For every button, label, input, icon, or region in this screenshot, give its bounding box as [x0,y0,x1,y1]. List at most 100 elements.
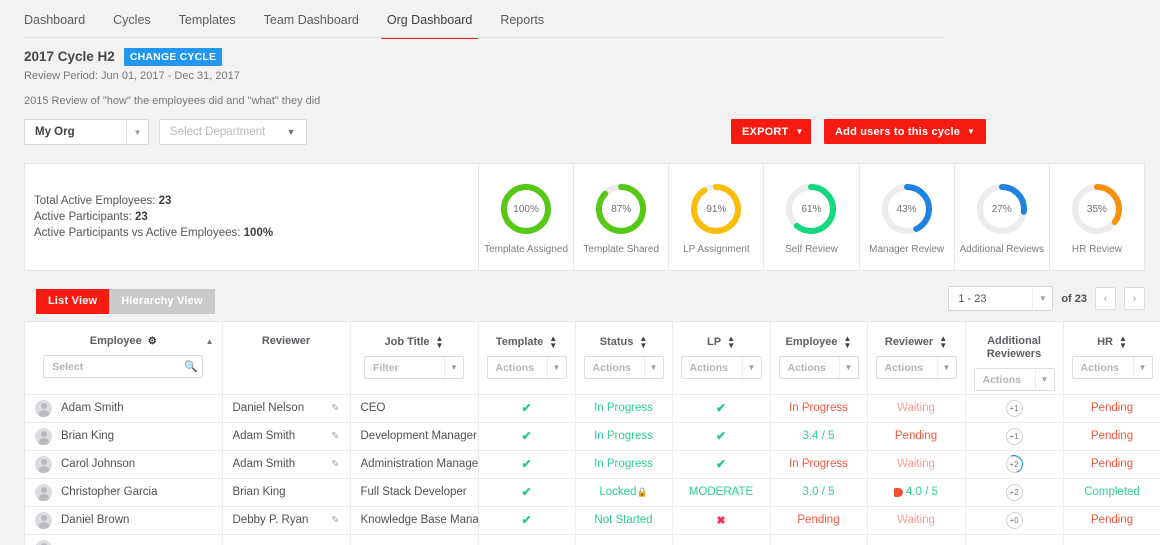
table-row[interactable]: Brian King Adam Smith ✎ Development Manager… [25,422,1160,451]
export-button[interactable]: EXPORT ▼ [731,119,811,144]
additional-reviewers-badge[interactable]: +2 [1005,455,1023,473]
column-filter-placeholder: Actions [495,361,535,374]
progress-donuts: 100% Template Assigned 87% Template Shared 9… [478,164,1144,270]
column-header-reviewer-1[interactable]: Reviewer [222,322,351,395]
column-header-label: Job Title [384,335,430,348]
edit-pencil-icon[interactable]: ✎ [331,459,339,470]
edit-pencil-icon[interactable]: ✎ [331,431,339,442]
sort-icon[interactable]: ▲ ▼ [436,335,444,350]
avatar [35,399,52,417]
column-header-employee-0[interactable]: Employee ⚙ ▲ Select 🔍 [25,322,223,395]
nav-item-cycles[interactable]: Cycles [99,0,165,39]
sort-icon[interactable]: ▲ ▼ [727,335,735,350]
column-filter-additional-reviewers-8[interactable]: Actions ▼ [973,368,1055,391]
column-filter-hr-9[interactable]: Actions ▼ [1071,356,1153,379]
cell-reviewer-review: Waiting [867,394,966,423]
department-select[interactable]: Select Department ▼ [159,119,307,145]
cell-additional-reviewers: +1 [965,394,1064,423]
column-header-status-4[interactable]: Status ▲ ▼ Actions ▼ [575,322,673,395]
list-view-tab[interactable]: List View [36,289,110,314]
chevron-down-icon: ▼ [741,357,761,378]
cell-job-title: CEO [350,394,479,423]
column-header-employee-6[interactable]: Employee ▲ ▼ Actions ▼ [770,322,868,395]
additional-reviewers-badge[interactable]: +1 [1005,399,1023,417]
table-row[interactable] [25,534,1160,545]
cell-job-title: Administration Manager [350,450,479,479]
donut-label: Template Assigned [484,244,569,255]
sort-icon[interactable]: ▲ ▼ [639,335,647,350]
nav-item-templates[interactable]: Templates [165,0,250,39]
nav-item-reports[interactable]: Reports [486,0,558,39]
cell-employee: Daniel Brown [25,506,223,535]
org-select[interactable]: My Org ▼ [24,119,149,145]
gear-icon[interactable]: ⚙ [148,336,157,347]
cell-reviewer-review: 4.0 / 5 [867,478,966,507]
donut-label: Template Shared [583,244,660,255]
cell-status: In Progress [575,450,673,479]
cell-template: ✔ [478,394,576,423]
cell-status [575,534,673,545]
column-header-additional-reviewers-8[interactable]: Additional Reviewers Actions ▼ [965,322,1064,395]
column-filter-employee-0[interactable]: Select 🔍 [43,355,204,378]
column-filter-job-title-2[interactable]: Filter ▼ [364,356,464,379]
nav-item-org-dashboard[interactable]: Org Dashboard [373,0,486,39]
next-page-button[interactable]: › [1124,287,1145,310]
nav-item-dashboard[interactable]: Dashboard [24,0,99,39]
total-active-employees-row: Total Active Employees: 23 [34,193,273,209]
add-users-button[interactable]: Add users to this cycle ▼ [824,119,987,144]
change-cycle-button[interactable]: CHANGE CYCLE [123,48,223,66]
column-header-hr-9[interactable]: HR ▲ ▼ Actions ▼ [1063,322,1160,395]
column-filter-placeholder: Select [52,360,84,373]
lp: MODERATE [688,486,754,498]
edit-pencil-icon[interactable]: ✎ [331,515,339,526]
donut-value: 35% [1086,203,1107,215]
column-filter-status-4[interactable]: Actions ▼ [583,356,664,379]
total-count-label: of 23 [1061,292,1087,305]
column-filter-reviewer-7[interactable]: Actions ▼ [875,356,957,379]
chevron-down-icon: ▼ [936,357,956,378]
edit-pencil-icon[interactable]: ✎ [331,403,339,414]
table-row[interactable]: Christopher Garcia Brian King Full Stack D… [25,478,1160,507]
employee-table-container[interactable]: Employee ⚙ ▲ Select 🔍 Reviewer Job Title ▲ ▼ Filt… [24,321,1160,545]
page-range-select[interactable]: 1 - 23 ▼ [948,286,1054,311]
cell-status: In Progress [575,394,673,423]
sort-icon[interactable]: ▲ ▼ [1119,335,1127,350]
reviewer-review-text: Waiting [897,514,935,526]
nav-item-team-dashboard[interactable]: Team Dashboard [250,0,373,39]
export-button-label: EXPORT [742,125,789,138]
column-filter-template-3[interactable]: Actions ▼ [486,356,567,379]
table-row[interactable]: Adam Smith Daniel Nelson ✎ CEO ✔ In Progress ✔… [25,394,1160,423]
sort-icon[interactable]: ▲ ▼ [939,335,947,350]
column-header-template-3[interactable]: Template ▲ ▼ Actions ▼ [478,322,576,395]
cell-employee-review: 3.0 / 5 [770,478,868,507]
avatar [35,511,52,529]
cell-employee: Adam Smith [25,394,223,423]
hierarchy-view-tab[interactable]: Hierarchy View [109,289,215,314]
prev-page-button[interactable]: ‹ [1095,287,1116,310]
avatar [35,455,52,473]
additional-reviewers-badge[interactable]: +0 [1005,511,1023,529]
column-filter-employee-6[interactable]: Actions ▼ [778,356,859,379]
additional-reviewers-badge[interactable]: +1 [1005,427,1023,445]
check-icon: ✔ [521,401,532,415]
cell-lp: MODERATE [672,478,771,507]
sort-icon[interactable]: ▲ ▼ [844,335,852,350]
sort-icon[interactable]: ▲ ▼ [549,335,557,350]
total-active-employees-value: 23 [158,195,172,207]
table-row[interactable]: Daniel Brown Debby P. Ryan ✎ Knowledge Base… [25,506,1160,535]
cell-additional-reviewers: +2 [965,450,1064,479]
table-row[interactable]: Carol Johnson Adam Smith ✎ Administration M… [25,450,1160,479]
donut-label: HR Review [1071,244,1122,255]
chevron-down-icon: ▼ [286,127,296,137]
column-filter-lp-5[interactable]: Actions ▼ [680,356,762,379]
search-icon[interactable]: 🔍 [180,360,202,373]
column-header-reviewer-7[interactable]: Reviewer ▲ ▼ Actions ▼ [867,322,966,395]
column-header-lp-5[interactable]: LP ▲ ▼ Actions ▼ [672,322,771,395]
additional-reviewers-badge[interactable]: +2 [1005,483,1023,501]
column-header-job-title-2[interactable]: Job Title ▲ ▼ Filter ▼ [350,322,479,395]
column-filter-placeholder: Actions [787,361,827,374]
donut-label: LP Assignment [683,244,750,255]
sort-asc-icon[interactable]: ▲ [206,337,214,346]
lock-icon: 🔒 [636,487,648,497]
check-icon: ✔ [521,513,532,527]
